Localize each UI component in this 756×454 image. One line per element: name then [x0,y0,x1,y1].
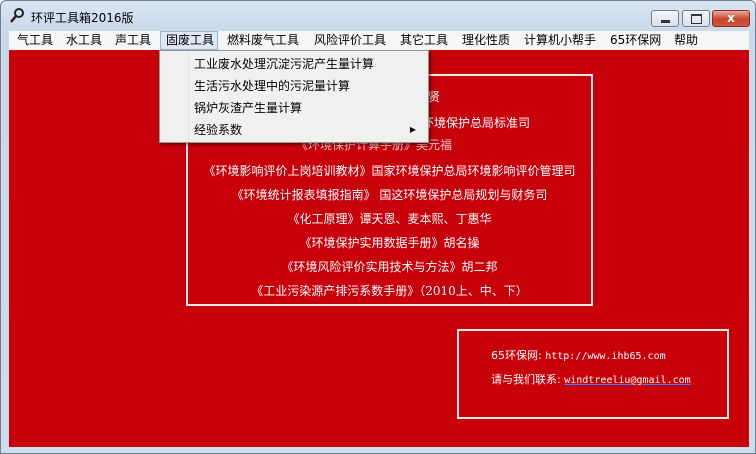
solid-waste-dropdown: 工业废水处理沉淀污泥产生量计算 生活污水处理中的污泥量计算 锅炉灰渣产生量计算 … [159,50,429,143]
menu-physchem[interactable]: 理化性质 [462,31,510,50]
reference-line: 《环境统计报表填报指南》 国这环境保护总局规划与财务司 [231,188,548,202]
dropdown-item-label: 工业废水处理沉淀污泥产生量计算 [194,57,375,71]
window-bottom-border [9,447,749,453]
menu-bar: 气工具 水工具 声工具 固废工具 燃料废气工具 风险评价工具 其它工具 理化性质… [9,31,749,50]
close-button[interactable]: x [712,10,750,27]
reference-line: 《工业污染源产排污系数手册》（2010上、中、下） [251,284,528,298]
dropdown-item-empirical-coefficients[interactable]: 经验系数 ▶ [162,119,426,141]
reference-line: 贤 [428,90,441,104]
dropdown-item-boiler-ash[interactable]: 锅炉灰渣产生量计算 [162,97,426,119]
reference-line: 《化工原理》谭天恩、麦本熙、丁惠华 [287,212,492,226]
dropdown-item-industrial-sludge[interactable]: 工业废水处理沉淀污泥产生量计算 [162,53,426,75]
contact-box: 65环保网: http://www.ihb65.com 请与我们联系: wind… [457,329,729,419]
site-line: 65环保网: http://www.ihb65.com [491,347,666,363]
email-line: 请与我们联系: windtreeliu@gmail.com [491,371,691,387]
app-window: 环评工具箱2016版 x 气工具 水工具 声工具 固废工具 燃料废气工具 风险评… [0,0,756,454]
wrench-icon [10,8,24,23]
maximize-button[interactable] [682,10,710,27]
menu-other-tools[interactable]: 其它工具 [400,31,448,50]
minimize-icon [661,20,670,23]
dropdown-item-label: 生活污水处理中的污泥量计算 [194,79,351,93]
minimize-button[interactable] [651,10,679,27]
maximize-icon [691,14,702,24]
email-label: 请与我们联系: [491,373,561,386]
menu-noise-tools[interactable]: 声工具 [115,31,151,50]
site-label: 65环保网: [491,349,542,362]
close-icon: x [727,11,735,25]
menu-help[interactable]: 帮助 [674,31,698,50]
menu-fuel-gas-tools[interactable]: 燃料废气工具 [227,31,299,50]
menu-air-tools[interactable]: 气工具 [17,31,53,50]
menu-risk-tools[interactable]: 风险评价工具 [314,31,386,50]
menu-pc-helper[interactable]: 计算机小帮手 [524,31,596,50]
reference-line: 《环境风险评价实用技术与方法》胡二邦 [281,260,498,274]
email-link[interactable]: windtreeliu@gmail.com [564,375,690,386]
dropdown-item-label: 锅炉灰渣产生量计算 [194,101,303,115]
dropdown-item-domestic-sludge[interactable]: 生活污水处理中的污泥量计算 [162,75,426,97]
window-title: 环评工具箱2016版 [31,11,134,25]
menu-solid-waste-tools[interactable]: 固废工具 [160,31,218,50]
title-bar[interactable]: 环评工具箱2016版 x [1,1,755,31]
site-url[interactable]: http://www.ihb65.com [545,351,665,362]
dropdown-item-label: 经验系数 [194,123,243,137]
reference-line: 《环境保护实用数据手册》胡名操 [299,236,480,250]
submenu-arrow-icon: ▶ [409,125,416,134]
menu-65-site[interactable]: 65环保网 [610,31,661,50]
menu-water-tools[interactable]: 水工具 [66,31,102,50]
reference-line: 《环境影响评价上岗培训教材》国家环境保护总局环境影响评价管理司 [203,164,576,178]
